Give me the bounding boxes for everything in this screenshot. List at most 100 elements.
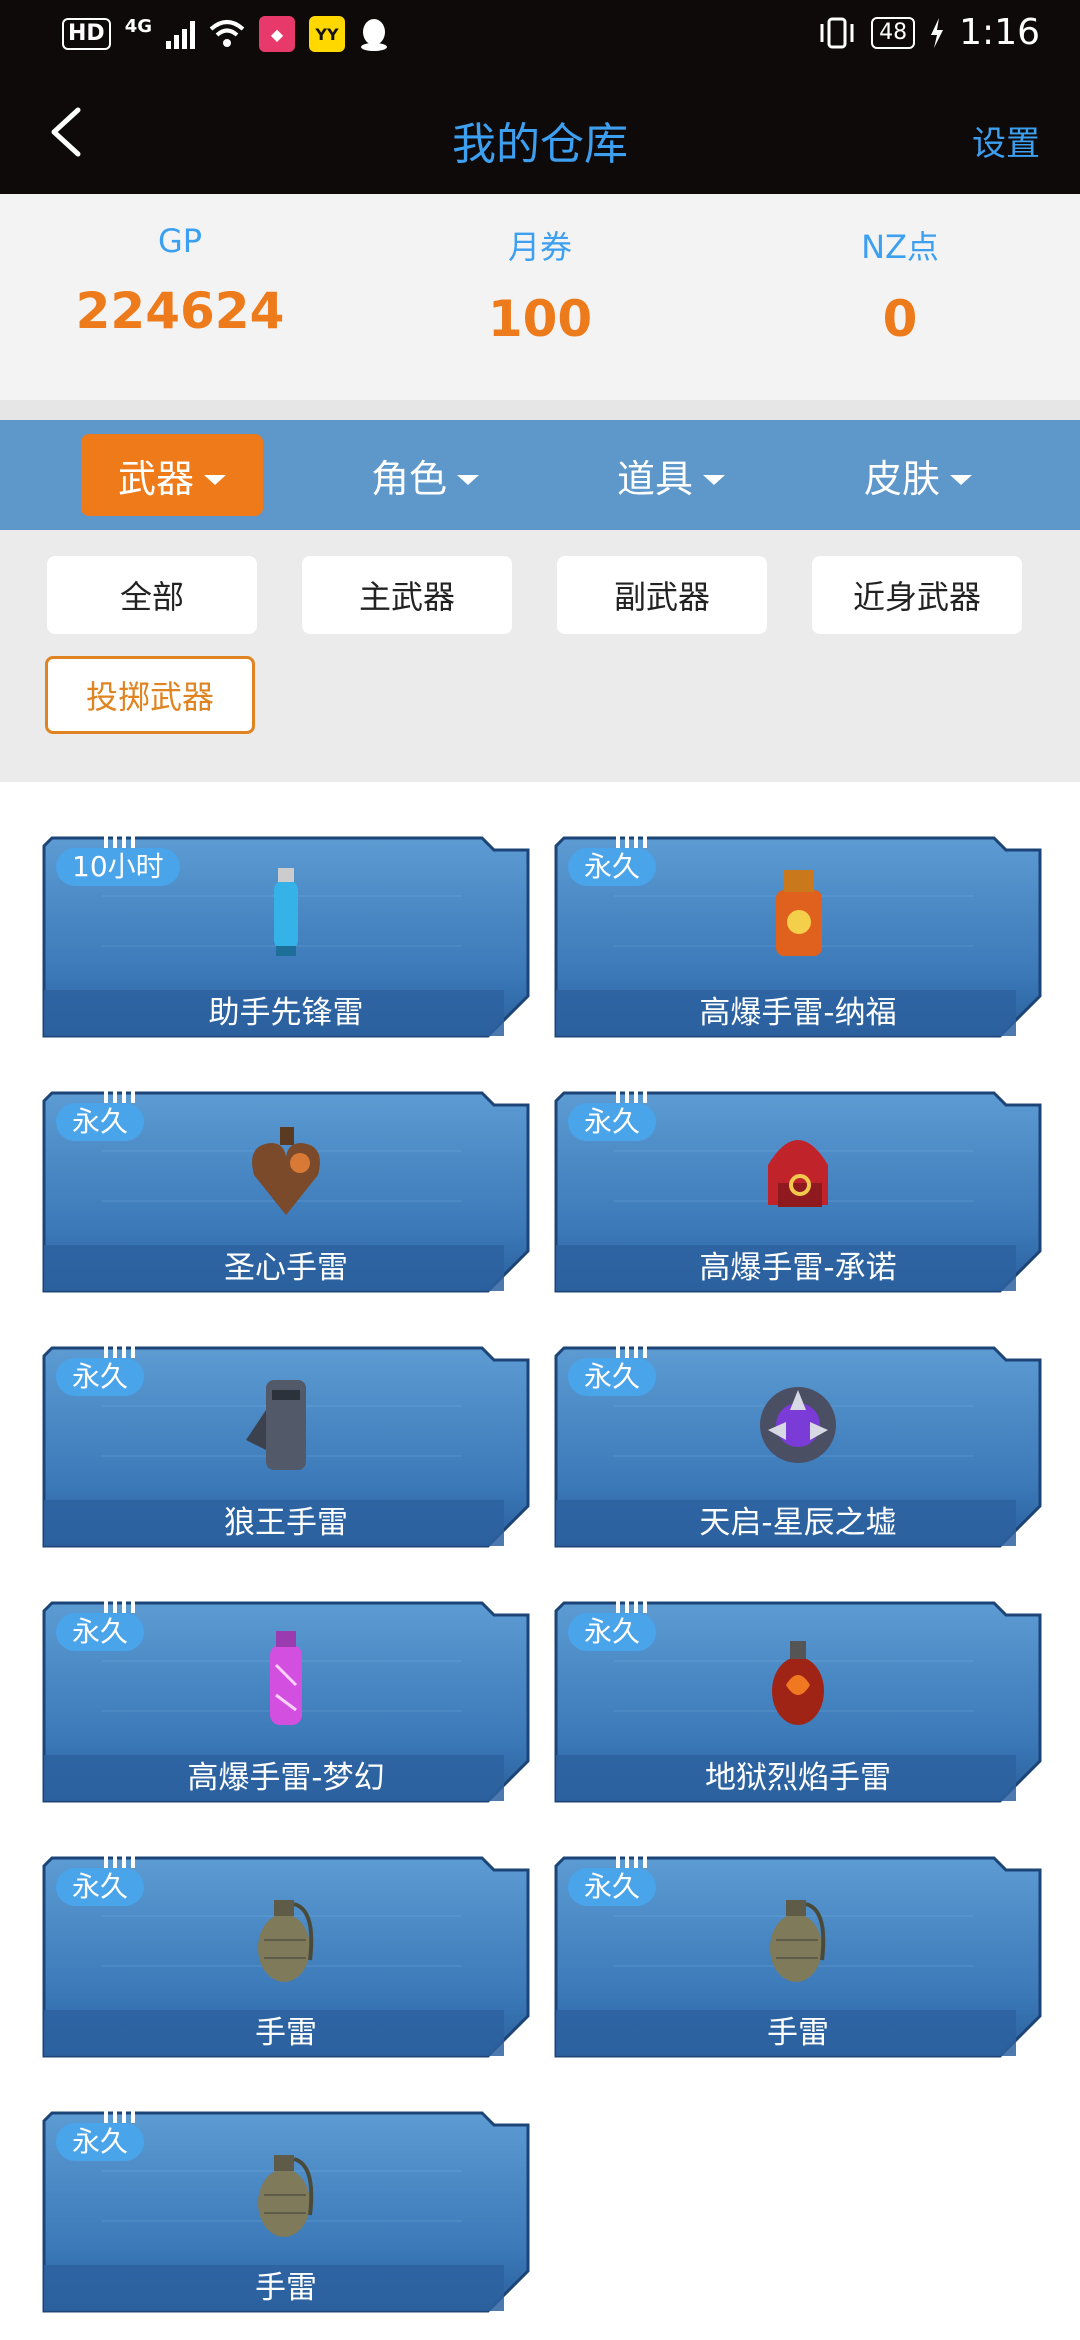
inventory-item-card[interactable]: 永久 高爆手雷-承诺: [554, 1087, 1042, 1293]
currency-panel: GP 224624 月券 100 NZ点 0: [0, 194, 1080, 400]
duration-badge: 永久: [568, 1103, 657, 1141]
frag-grenade-icon: [770, 1900, 826, 1982]
tab-label: 角色: [370, 456, 447, 501]
filter-throwable-weapon[interactable]: 投掷武器: [45, 656, 255, 734]
currency-nz: NZ点 0: [720, 194, 1080, 400]
caret-down-icon: [204, 475, 226, 485]
currency-voucher: 月券 100: [360, 194, 720, 400]
inventory-grid: 10小时 助手先锋雷 永久 高爆手雷-纳福 永久 圣心手雷 永久 高爆手雷-承诺…: [0, 782, 1080, 2340]
settings-button[interactable]: 设置: [972, 116, 1040, 165]
item-name: 高爆手雷-承诺: [699, 1250, 897, 1286]
item-name: 手雷: [255, 2015, 317, 2051]
subcategory-filters: 全部 主武器 副武器 近身武器 投掷武器: [0, 530, 1080, 782]
inventory-item-card[interactable]: 永久 手雷: [554, 1852, 1042, 2058]
qq-icon: [361, 19, 387, 51]
inventory-item-card[interactable]: 永久 天启-星辰之墟: [554, 1342, 1042, 1548]
card-stripes: [616, 1087, 647, 1103]
inventory-item-card[interactable]: 永久 高爆手雷-梦幻: [42, 1597, 530, 1803]
status-bar: HD 4G ◆ YY 48 1:16: [0, 0, 1080, 72]
flame-grenade-icon: [772, 1641, 824, 1725]
page-title: 我的仓库: [452, 119, 628, 170]
tab-label: 道具: [616, 456, 693, 501]
ring-box-grenade-icon: [768, 1140, 828, 1207]
blue-grenade-icon: [274, 868, 298, 956]
wifi-icon: [209, 20, 245, 47]
duration-badge: 永久: [56, 1868, 145, 1906]
frag-grenade-icon: [258, 2155, 314, 2237]
card-stripes: [616, 1597, 647, 1613]
filter-all[interactable]: 全部: [47, 556, 257, 634]
card-stripes: [104, 832, 135, 848]
inventory-item-card[interactable]: 永久 狼王手雷: [42, 1342, 530, 1548]
heart-grenade-icon: [252, 1127, 320, 1215]
duration-badge: 永久: [568, 848, 657, 886]
hd-icon: HD: [62, 18, 111, 50]
divider: [0, 400, 1080, 420]
filter-primary-weapon[interactable]: 主武器: [302, 556, 512, 634]
inventory-item-card[interactable]: 10小时 助手先锋雷: [42, 832, 530, 1038]
caret-down-icon: [703, 475, 725, 485]
card-stripes: [104, 1597, 135, 1613]
duration-badge: 永久: [56, 2123, 145, 2161]
currency-label: GP: [157, 222, 203, 260]
status-icons-right: 48 1:16: [817, 12, 1040, 53]
card-stripes: [616, 832, 647, 848]
currency-value: 0: [882, 290, 918, 348]
lucky-grenade-icon: [776, 870, 822, 956]
duration-badge: 永久: [568, 1868, 657, 1906]
signal-icon: [166, 19, 195, 49]
crystal-grenade-icon: [270, 1631, 302, 1725]
category-tabs: 武器 角色 道具 皮肤: [0, 420, 1080, 530]
status-icons-left: HD 4G ◆ YY: [62, 16, 389, 52]
card-stripes: [104, 2107, 135, 2123]
inventory-item-card[interactable]: 永久 地狱烈焰手雷: [554, 1597, 1042, 1803]
frag-grenade-icon: [258, 1900, 314, 1982]
item-name: 高爆手雷-梦幻: [187, 1760, 385, 1796]
charging-icon: [931, 17, 944, 48]
clock: 1:16: [959, 12, 1040, 53]
item-name: 手雷: [255, 2270, 317, 2306]
card-stripes: [104, 1342, 135, 1358]
yy-app-icon: YY: [309, 16, 345, 52]
item-name: 圣心手雷: [224, 1250, 348, 1286]
inventory-item-card[interactable]: 永久 手雷: [42, 2107, 530, 2313]
inventory-item-card[interactable]: 永久 圣心手雷: [42, 1087, 530, 1293]
currency-value: 100: [487, 290, 593, 348]
item-name: 天启-星辰之墟: [699, 1505, 897, 1541]
tab-characters[interactable]: 角色: [334, 434, 516, 516]
app-notification-icon: ◆: [259, 16, 295, 52]
duration-badge: 永久: [56, 1358, 145, 1396]
filter-secondary-weapon[interactable]: 副武器: [557, 556, 767, 634]
currency-label: 月券: [507, 228, 572, 266]
caret-down-icon: [457, 475, 479, 485]
star-orb-grenade-icon: [760, 1387, 836, 1463]
duration-badge: 永久: [56, 1103, 145, 1141]
duration-badge: 永久: [56, 1613, 145, 1651]
tab-weapons[interactable]: 武器: [81, 434, 263, 516]
item-name: 高爆手雷-纳福: [699, 995, 897, 1031]
card-stripes: [104, 1852, 135, 1868]
inventory-item-card[interactable]: 永久 手雷: [42, 1852, 530, 2058]
currency-label: NZ点: [861, 228, 939, 266]
item-name: 狼王手雷: [224, 1505, 348, 1541]
card-stripes: [616, 1342, 647, 1358]
tab-label: 皮肤: [863, 456, 940, 501]
item-name: 手雷: [767, 2015, 829, 2051]
card-stripes: [616, 1852, 647, 1868]
tab-skins[interactable]: 皮肤: [827, 434, 1009, 516]
app-header: 我的仓库 设置: [0, 72, 1080, 194]
network-type: 4G: [124, 15, 152, 37]
filter-melee-weapon[interactable]: 近身武器: [812, 556, 1022, 634]
duration-badge: 10小时: [56, 848, 180, 886]
caret-down-icon: [950, 475, 972, 485]
currency-value: 224624: [75, 282, 285, 340]
inventory-item-card[interactable]: 永久 高爆手雷-纳福: [554, 832, 1042, 1038]
duration-badge: 永久: [568, 1613, 657, 1651]
currency-gp: GP 224624: [0, 194, 360, 400]
tab-props[interactable]: 道具: [580, 434, 762, 516]
tab-label: 武器: [117, 456, 194, 501]
wolf-grenade-icon: [246, 1380, 306, 1470]
duration-badge: 永久: [568, 1358, 657, 1396]
vibrate-icon: [820, 17, 854, 48]
item-name: 助手先锋雷: [208, 995, 364, 1031]
